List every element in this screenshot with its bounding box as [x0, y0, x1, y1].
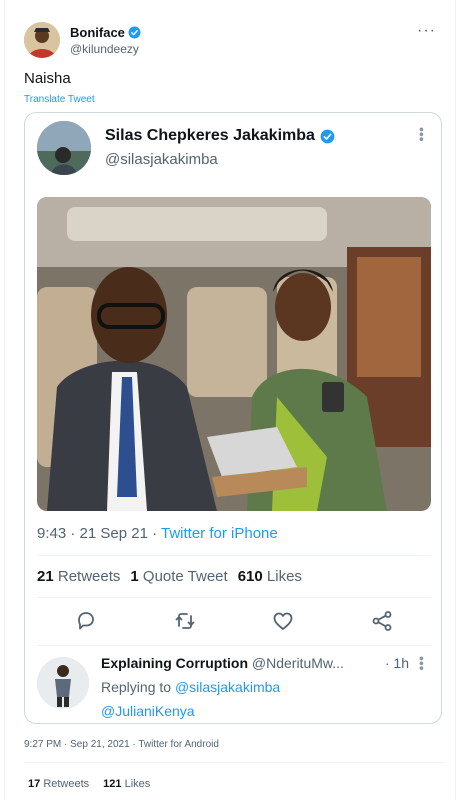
reply-header: Explaining Corruption @NderituMw...	[101, 655, 344, 671]
retweet-icon[interactable]	[173, 609, 197, 633]
outer-display-name[interactable]: Boniface	[70, 25, 141, 40]
outer-handle[interactable]: @kilundeezy	[70, 42, 139, 56]
share-icon[interactable]	[370, 609, 394, 633]
outer-avatar[interactable]	[24, 22, 60, 58]
tweet-timestamp[interactable]: 9:27 PM · Sep 21, 2021 · Twitter for And…	[24, 739, 219, 750]
verified-badge-icon	[128, 26, 141, 39]
like-icon[interactable]	[271, 609, 295, 633]
quotes-count: 1	[130, 568, 139, 585]
reply-name[interactable]: Explaining Corruption	[101, 655, 248, 671]
divider	[37, 555, 431, 556]
mention-link[interactable]: @JulianiKenya	[101, 703, 195, 719]
tweet-text: Naisha	[24, 70, 71, 87]
more-icon[interactable]: •••	[414, 656, 430, 671]
quote-tweets-stat[interactable]: 1 Quote Tweet	[130, 568, 227, 585]
likes-stat[interactable]: 610 Likes	[238, 568, 302, 585]
reply-handle[interactable]: @NderituMw...	[252, 655, 344, 671]
quoted-display-name[interactable]: Silas Chepkeres Jakakimba	[105, 127, 335, 145]
reply-mentions: @JulianiKenya	[101, 703, 195, 719]
retweets-stat[interactable]: 17 Retweets	[28, 778, 89, 790]
replying-to: Replying to @silasjakakimba	[101, 679, 280, 695]
quoted-stats: 21 Retweets 1 Quote Tweet 610 Likes	[37, 568, 302, 585]
tweet-stats: 17 Retweets 121 Likes	[28, 778, 150, 790]
retweets-stat[interactable]: 21 Retweets	[37, 568, 120, 585]
outer-tweet-header: Boniface @kilundeezy ···	[24, 22, 444, 62]
likes-stat[interactable]: 121 Likes	[103, 778, 150, 790]
more-icon[interactable]: ···	[417, 22, 436, 40]
likes-count: 610	[237, 568, 263, 585]
divider	[24, 762, 444, 763]
quoted-source[interactable]: Twitter for iPhone	[161, 525, 278, 542]
quoted-tweet-card[interactable]: Silas Chepkeres Jakakimba @silasjakakimb…	[24, 112, 442, 724]
reply-icon[interactable]	[74, 609, 98, 633]
retweets-label: Retweets	[43, 778, 90, 790]
quotes-label: Quote Tweet	[142, 568, 228, 585]
retweets-count: 17	[28, 778, 41, 790]
likes-label: Likes	[124, 778, 151, 790]
retweets-count: 21	[37, 568, 54, 585]
action-bar	[37, 609, 431, 633]
reply-avatar[interactable]	[37, 657, 89, 709]
retweets-label: Retweets	[57, 568, 121, 585]
likes-count: 121	[103, 778, 122, 790]
divider	[37, 645, 431, 646]
translate-tweet-link[interactable]: Translate Tweet	[24, 94, 95, 105]
replying-to-label: Replying to	[101, 679, 172, 695]
quoted-handle[interactable]: @silasjakakimba	[105, 151, 218, 168]
mention-link[interactable]: @silasjakakimba	[175, 679, 280, 695]
verified-badge-icon	[320, 129, 335, 143]
likes-label: Likes	[266, 568, 302, 585]
reply-tweet[interactable]: Explaining Corruption @NderituMw... · 1h…	[37, 653, 431, 725]
quoted-timestamp: 9:43 · 21 Sep 21 · Twitter for iPhone	[37, 525, 278, 542]
quoted-name-text: Silas Chepkeres Jakakimba	[105, 127, 315, 144]
reply-time[interactable]: · 1h	[385, 655, 409, 671]
tweet-photo[interactable]	[37, 197, 431, 511]
outer-name-text: Boniface	[70, 25, 125, 40]
quoted-time[interactable]: 9:43 · 21 Sep 21 ·	[37, 525, 157, 542]
divider	[37, 597, 431, 598]
quoted-avatar[interactable]	[37, 121, 91, 175]
more-icon[interactable]: •••	[414, 127, 430, 142]
